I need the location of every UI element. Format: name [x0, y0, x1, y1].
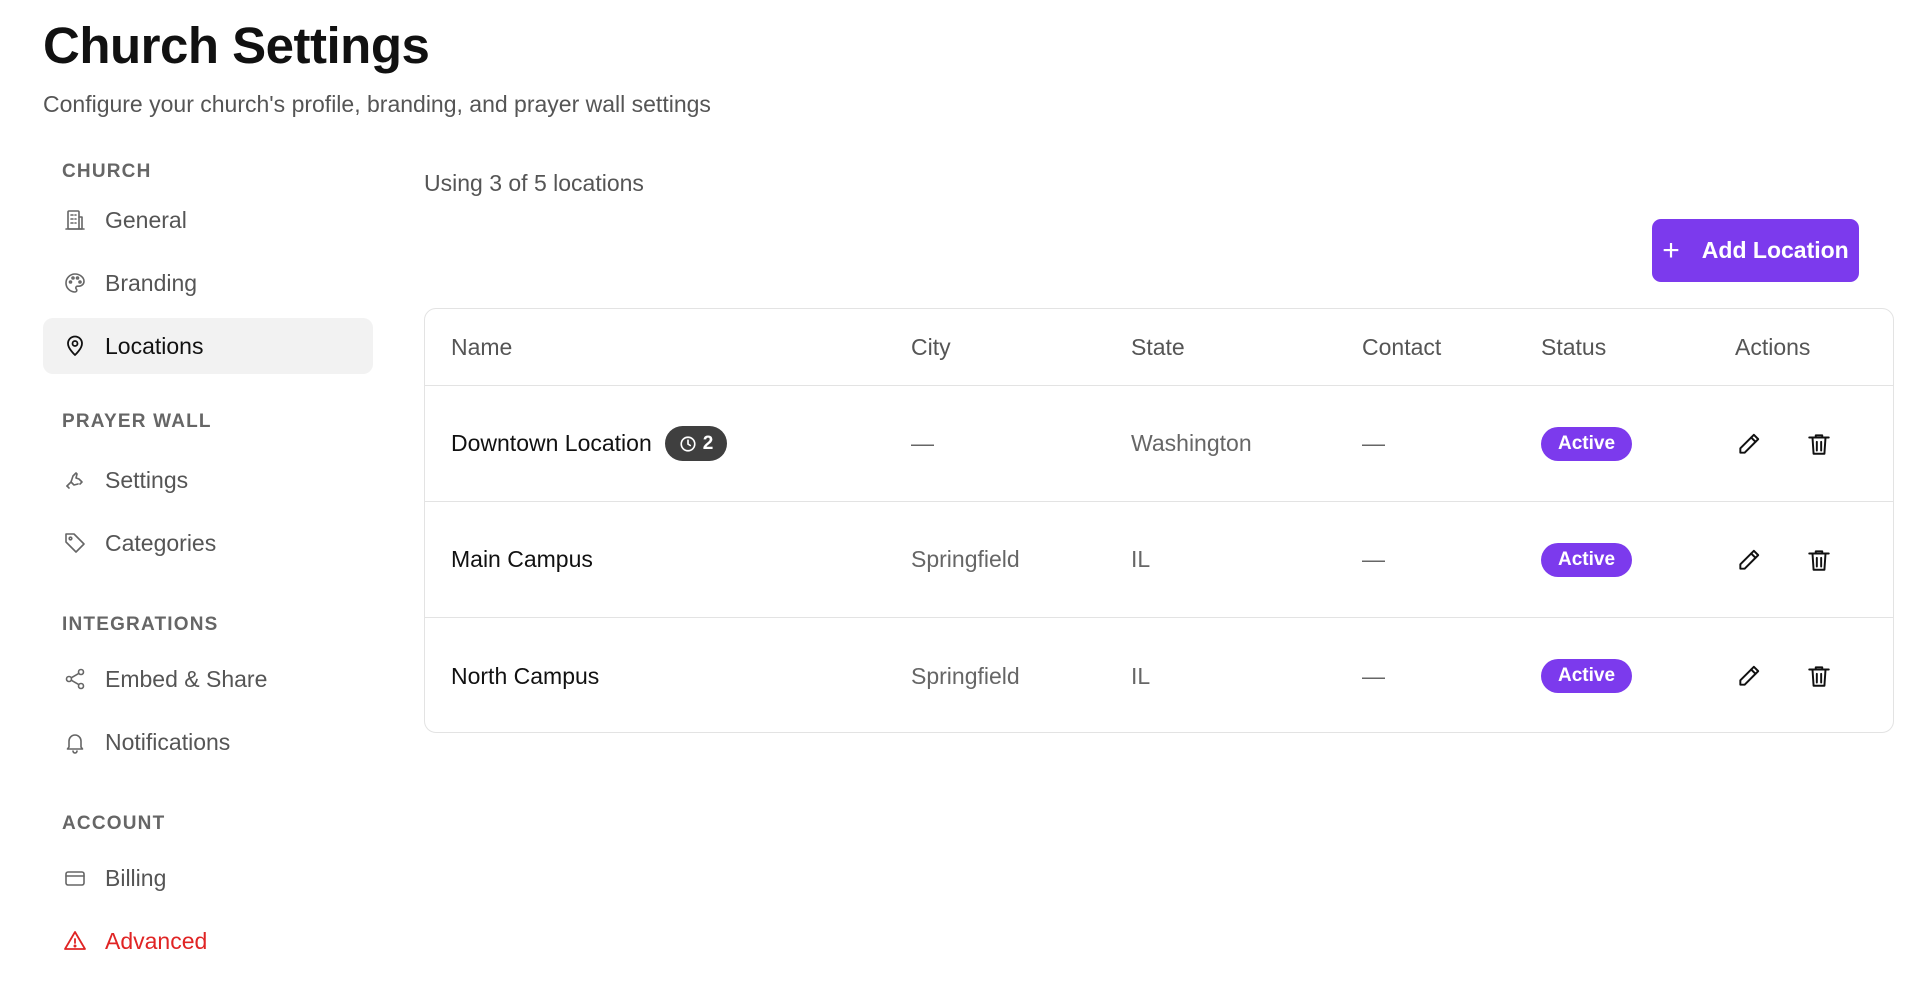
- page-subtitle: Configure your church's profile, brandin…: [43, 91, 711, 117]
- sidebar-item-label: Advanced: [105, 927, 208, 954]
- sidebar-item-label: Notifications: [105, 728, 231, 755]
- column-header-name: Name: [451, 333, 513, 360]
- sidebar-item-notifications[interactable]: Notifications: [43, 714, 373, 770]
- sidebar-item-advanced[interactable]: Advanced: [43, 913, 373, 969]
- status-badge: Active: [1541, 426, 1633, 461]
- nav-section-title: INTEGRATIONS: [62, 614, 219, 635]
- location-city: Springfield: [911, 662, 1020, 689]
- location-name: North Campus: [451, 662, 600, 689]
- sidebar-item-billing[interactable]: Billing: [43, 850, 373, 906]
- table-header: Name City State Contact Status Actions: [425, 309, 1893, 386]
- location-contact: —: [1362, 546, 1385, 572]
- nav-section-account: ACCOUNT Billing Advanced: [43, 810, 373, 969]
- sidebar-item-label: General: [105, 206, 187, 233]
- add-location-button[interactable]: + Add Location: [1652, 219, 1859, 282]
- sidebar-item-prayer-settings[interactable]: Settings: [43, 452, 373, 508]
- sidebar-item-label: Locations: [105, 332, 204, 359]
- edit-pencil-icon[interactable]: [1735, 662, 1763, 690]
- sidebar-item-categories[interactable]: Categories: [43, 515, 373, 571]
- warning-triangle-icon: [61, 927, 89, 955]
- palette-icon: [61, 269, 89, 297]
- sidebar-item-label: Billing: [105, 864, 167, 891]
- location-contact: —: [1362, 662, 1385, 689]
- table-row: North Campus Springfield IL — Active: [425, 618, 1893, 732]
- clock-icon: [680, 435, 696, 452]
- pending-count: 2: [702, 432, 714, 454]
- credit-card-icon: [61, 864, 89, 892]
- sidebar-item-label: Categories: [105, 529, 217, 556]
- page-header: Church Settings Configure your church's …: [43, 16, 711, 118]
- nav-section-title: ACCOUNT: [62, 813, 166, 834]
- delete-trash-icon[interactable]: [1805, 662, 1833, 690]
- bell-icon: [61, 728, 89, 756]
- location-city: Springfield: [911, 546, 1020, 572]
- table-row: Main Campus Springfield IL — Active: [425, 502, 1893, 618]
- pending-count-badge: 2: [664, 426, 728, 461]
- usage-text: Using 3 of 5 locations: [424, 170, 644, 196]
- map-pin-icon: [61, 332, 89, 360]
- location-city: —: [911, 430, 934, 456]
- praying-hands-icon: [61, 466, 89, 494]
- tag-icon: [61, 529, 89, 557]
- edit-pencil-icon[interactable]: [1735, 430, 1763, 458]
- locations-table: Name City State Contact Status Actions D…: [424, 308, 1894, 733]
- location-name: Main Campus: [451, 546, 593, 572]
- settings-sidebar: CHURCH General Branding Locations PRAYER…: [43, 158, 373, 969]
- location-state: Washington: [1131, 430, 1252, 456]
- share-icon: [61, 665, 89, 693]
- nav-section-title: CHURCH: [62, 161, 152, 182]
- status-cell: Active: [1541, 426, 1633, 461]
- edit-pencil-icon[interactable]: [1735, 546, 1763, 574]
- sidebar-item-locations[interactable]: Locations: [43, 318, 373, 374]
- status-badge: Active: [1541, 542, 1633, 577]
- nav-section-integrations: INTEGRATIONS Embed & Share Notifications: [43, 611, 373, 770]
- column-header-city: City: [911, 333, 951, 360]
- location-name-cell: Downtown Location 2: [451, 426, 728, 461]
- delete-trash-icon[interactable]: [1805, 430, 1833, 458]
- location-name: Downtown Location: [451, 430, 652, 456]
- sidebar-item-label: Settings: [105, 466, 189, 493]
- building-icon: [61, 206, 89, 234]
- row-actions: [1735, 546, 1833, 574]
- plus-icon: +: [1662, 233, 1680, 267]
- sidebar-item-general[interactable]: General: [43, 192, 373, 248]
- location-state: IL: [1131, 546, 1151, 572]
- table-row: Downtown Location 2 — Washington — Activ…: [425, 386, 1893, 502]
- row-actions: [1735, 430, 1833, 458]
- column-header-state: State: [1131, 333, 1185, 360]
- add-location-label: Add Location: [1701, 237, 1849, 263]
- nav-section-church: CHURCH General Branding Locations: [43, 158, 373, 374]
- location-state: IL: [1131, 662, 1151, 689]
- sidebar-item-branding[interactable]: Branding: [43, 255, 373, 311]
- row-actions: [1735, 662, 1833, 690]
- nav-section-prayer-wall: PRAYER WALL Settings Categories: [43, 408, 373, 571]
- sidebar-item-label: Branding: [105, 269, 198, 296]
- status-cell: Active: [1541, 542, 1633, 577]
- status-cell: Active: [1541, 659, 1633, 693]
- page-title: Church Settings: [43, 17, 430, 74]
- location-contact: —: [1362, 430, 1385, 456]
- column-header-actions: Actions: [1735, 333, 1811, 360]
- column-header-contact: Contact: [1362, 333, 1442, 360]
- sidebar-item-label: Embed & Share: [105, 665, 268, 692]
- nav-section-title: PRAYER WALL: [62, 411, 212, 432]
- settings-page: Church Settings Configure your church's …: [0, 0, 1920, 999]
- delete-trash-icon[interactable]: [1805, 546, 1833, 574]
- column-header-status: Status: [1541, 333, 1607, 360]
- sidebar-item-embed-share[interactable]: Embed & Share: [43, 651, 373, 707]
- status-badge: Active: [1541, 659, 1633, 693]
